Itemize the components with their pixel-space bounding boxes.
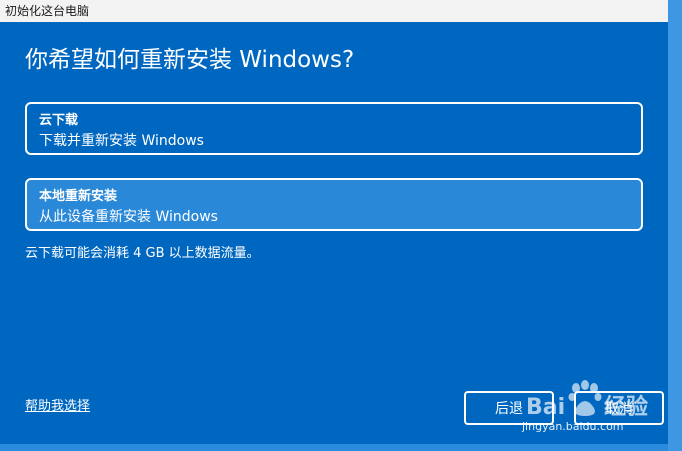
data-usage-note: 云下载可能会消耗 4 GB 以上数据流量。 bbox=[25, 246, 260, 261]
svg-text:经验: 经验 bbox=[604, 394, 648, 420]
page-heading: 你希望如何重新安装 Windows? bbox=[25, 47, 355, 73]
option-cloud-download[interactable]: 云下载 下载并重新安装 Windows bbox=[25, 102, 643, 155]
window-title: 初始化这台电脑 bbox=[5, 4, 90, 18]
watermark-url: jingyan.baidu.com bbox=[522, 420, 624, 433]
help-me-choose-link[interactable]: 帮助我选择 bbox=[25, 398, 90, 416]
option-description: 从此设备重新安装 Windows bbox=[39, 209, 218, 225]
option-title: 云下载 bbox=[39, 113, 79, 128]
option-description: 下载并重新安装 Windows bbox=[39, 133, 204, 149]
title-bar: 初始化这台电脑 bbox=[0, 0, 668, 22]
option-title: 本地重新安装 bbox=[39, 189, 118, 204]
option-local-reinstall[interactable]: 本地重新安装 从此设备重新安装 Windows bbox=[25, 178, 643, 231]
desktop-background bbox=[668, 0, 682, 451]
svg-text:Bai: Bai bbox=[526, 395, 565, 420]
